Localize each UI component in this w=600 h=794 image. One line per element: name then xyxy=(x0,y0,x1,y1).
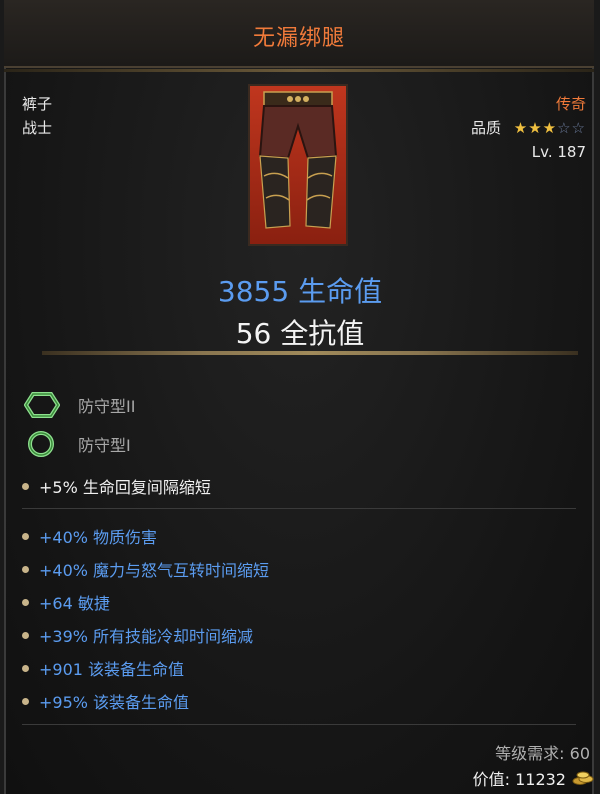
quality-label: 品质 xyxy=(470,119,501,137)
affix-line: +64 敏捷 xyxy=(22,590,110,614)
item-slot: 裤子 xyxy=(22,95,53,113)
affix-text: +40% 物质伤害 xyxy=(39,528,158,547)
section-divider xyxy=(22,508,576,509)
affix-text: +39% 所有技能冷却时间缩减 xyxy=(39,627,254,646)
socket-label: 防守型I xyxy=(78,436,131,455)
bullet-icon xyxy=(22,482,29,490)
implicit-affix: +5% 生命回复间隔缩短 xyxy=(22,474,211,498)
affix-text: +901 该装备生命值 xyxy=(39,660,185,679)
quality-stars: ★★★☆☆ xyxy=(514,116,586,140)
gold-coins-icon xyxy=(572,771,594,785)
item-quality-info: 传奇 品质 ★★★☆☆ Lv. 187 xyxy=(471,92,586,164)
section-divider xyxy=(22,724,576,725)
item-class: 战士 xyxy=(22,119,53,137)
item-rarity: 传奇 xyxy=(555,95,586,113)
affix-text: +64 敏捷 xyxy=(39,594,110,613)
star-icon: ★ xyxy=(528,119,543,137)
bullet-icon xyxy=(22,598,29,606)
bullet-icon xyxy=(22,697,29,705)
star-empty-icon: ☆ xyxy=(557,119,572,137)
circle-gem-icon xyxy=(28,431,54,457)
item-value: 价值: 11232 xyxy=(473,766,594,790)
socket-label: 防守型II xyxy=(78,397,136,416)
affix-line: +95% 该装备生命值 xyxy=(22,689,189,713)
primary-stat: 3855 生命值 xyxy=(217,275,383,308)
quality-row: 品质 ★★★☆☆ xyxy=(471,116,586,140)
item-type-info: 裤子 战士 xyxy=(22,92,52,140)
star-icon: ★ xyxy=(542,119,558,137)
socket-row[interactable]: 防守型I xyxy=(24,430,131,458)
gold-divider xyxy=(42,351,578,355)
level-requirement: 等级需求: 60 xyxy=(495,744,590,763)
item-name: 无漏绑腿 xyxy=(252,26,345,51)
hexagon-gem-icon xyxy=(24,392,60,418)
affix-line: +40% 物质伤害 xyxy=(22,524,157,548)
star-icon: ★ xyxy=(513,119,529,137)
bullet-icon xyxy=(22,532,29,540)
star-empty-icon: ☆ xyxy=(571,119,586,137)
value-text: 价值: 11232 xyxy=(472,770,566,789)
title-bar: 无漏绑腿 xyxy=(4,0,594,72)
socket-row[interactable]: 防守型II xyxy=(24,392,135,418)
affix-line: +901 该装备生命值 xyxy=(22,656,184,680)
affix-line: +39% 所有技能冷却时间缩减 xyxy=(22,623,253,647)
bullet-icon xyxy=(22,631,29,639)
bullet-icon xyxy=(22,664,29,672)
item-pants-icon xyxy=(248,84,348,246)
bullet-icon xyxy=(22,565,29,573)
item-level: Lv. 187 xyxy=(531,143,586,161)
affix-line: +40% 魔力与怒气互转时间缩短 xyxy=(22,557,269,581)
affix-text: +40% 魔力与怒气互转时间缩短 xyxy=(39,561,270,580)
affix-text: +5% 生命回复间隔缩短 xyxy=(39,478,211,497)
affix-text: +95% 该装备生命值 xyxy=(39,693,190,712)
secondary-stat: 56 全抗值 xyxy=(235,317,365,350)
